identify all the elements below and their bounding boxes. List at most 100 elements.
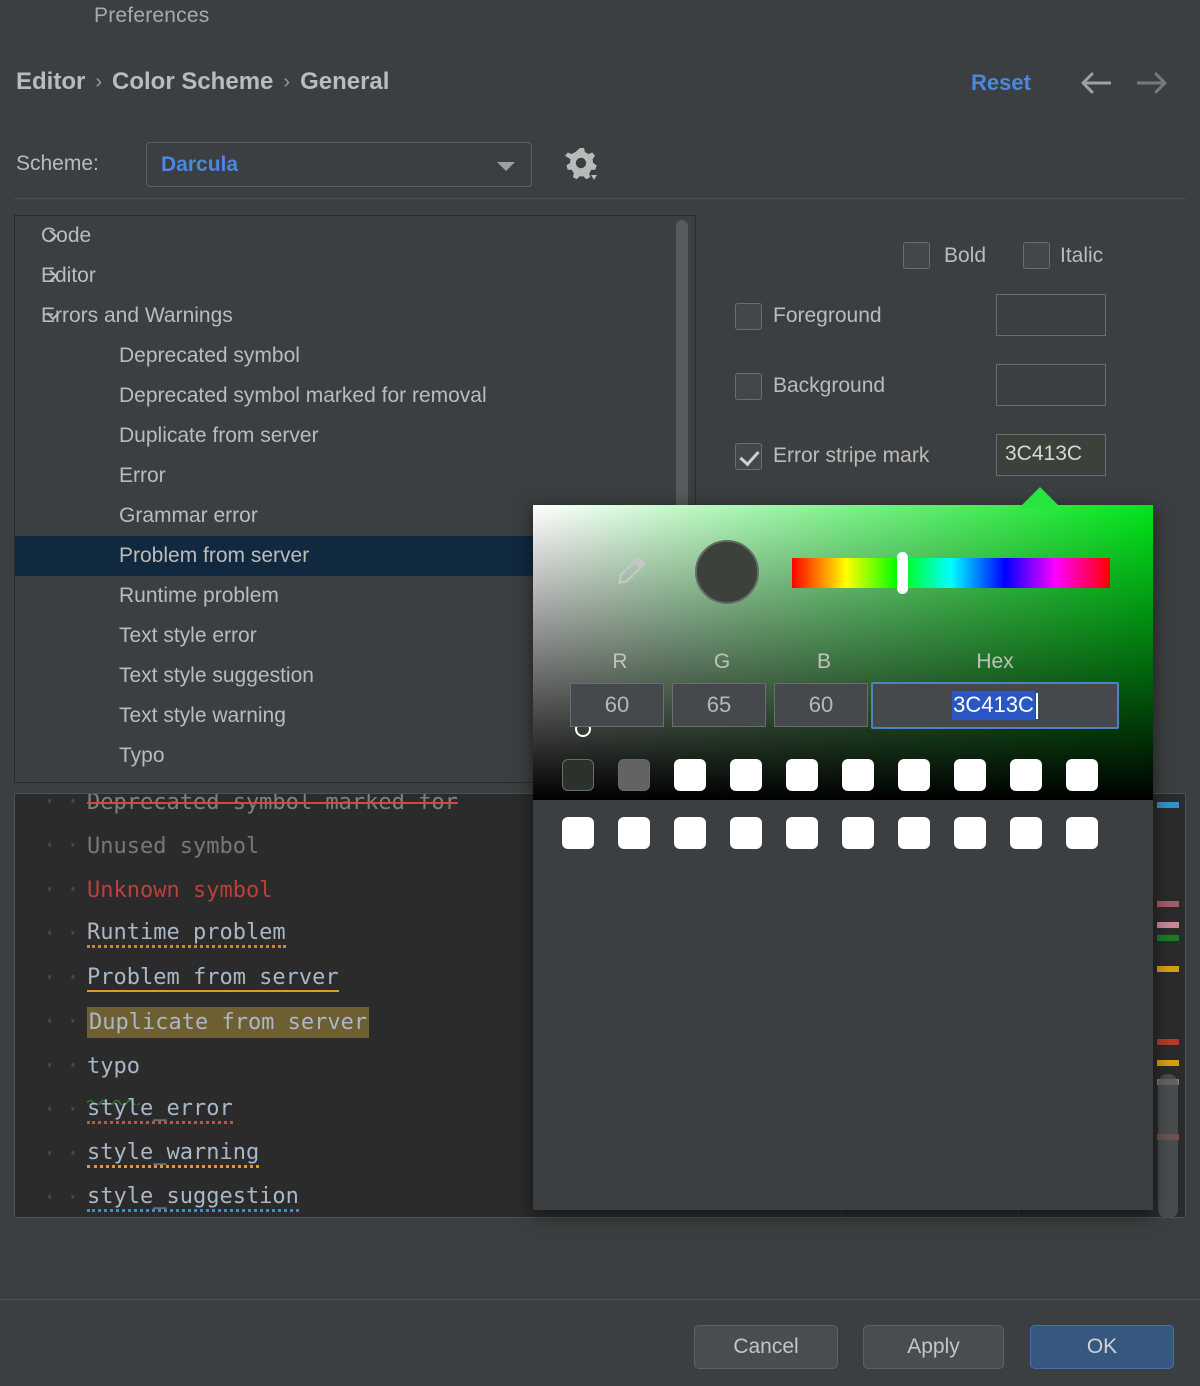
scheme-selected-value: Darcula <box>161 153 238 177</box>
chevron-down-icon <box>497 162 515 171</box>
green-input[interactable]: 65 <box>672 683 766 727</box>
preferences-dialog: Preferences Editor › Color Scheme › Gene… <box>0 0 1200 1386</box>
cancel-button[interactable]: Cancel <box>694 1325 838 1369</box>
color-swatch[interactable] <box>954 759 986 791</box>
window-title: Preferences <box>94 4 209 28</box>
tree-item[interactable]: Errors and Warnings <box>15 296 695 336</box>
color-swatch[interactable] <box>1010 817 1042 849</box>
color-swatch[interactable] <box>562 759 594 791</box>
hue-slider-handle[interactable] <box>897 552 908 594</box>
scheme-select[interactable]: Darcula <box>146 142 532 187</box>
arrow-right-icon[interactable] <box>1134 68 1168 98</box>
hex-input-value: 3C413C <box>952 691 1035 720</box>
breadcrumb-item-editor[interactable]: Editor <box>16 68 85 96</box>
color-swatch[interactable] <box>898 759 930 791</box>
whitespace-dots: ·· <box>43 1010 90 1035</box>
whitespace-dots: ·· <box>43 834 90 859</box>
preview-line-text: style_warning <box>87 1140 259 1168</box>
chevron-right-icon[interactable] <box>45 228 61 244</box>
tree-item-label: Typo <box>119 744 165 768</box>
background-checkbox[interactable] <box>735 373 762 400</box>
tree-item[interactable]: Code <box>15 216 695 256</box>
color-swatch[interactable] <box>1066 759 1098 791</box>
bold-checkbox[interactable] <box>903 242 930 269</box>
breadcrumb-separator: › <box>95 71 102 94</box>
hue-slider[interactable] <box>792 558 1110 588</box>
breadcrumb-item-general[interactable]: General <box>300 68 389 96</box>
tree-item-label: Problem from server <box>119 544 309 568</box>
whitespace-dots: ·· <box>43 878 90 903</box>
blue-input[interactable]: 60 <box>774 683 868 727</box>
whitespace-dots: ·· <box>43 1098 90 1123</box>
color-swatch[interactable] <box>842 759 874 791</box>
stripe-mark <box>1157 922 1179 928</box>
preview-line-text: Unused symbol <box>87 834 259 859</box>
eyedropper-icon[interactable] <box>615 553 649 589</box>
color-swatch[interactable] <box>730 759 762 791</box>
whitespace-dots: ·· <box>43 1054 90 1079</box>
color-swatch[interactable] <box>954 817 986 849</box>
color-swatch[interactable] <box>618 817 650 849</box>
chevron-down-icon[interactable] <box>45 308 61 324</box>
reset-link[interactable]: Reset <box>971 70 1031 96</box>
bold-label: Bold <box>944 244 986 268</box>
breadcrumb-separator: › <box>283 71 290 94</box>
apply-button[interactable]: Apply <box>863 1325 1004 1369</box>
stripe-mark <box>1157 966 1179 972</box>
foreground-label: Foreground <box>773 304 882 328</box>
error-stripe-mark-checkbox[interactable] <box>735 443 762 470</box>
foreground-color-swatch[interactable] <box>996 294 1106 336</box>
error-stripe-color-swatch[interactable]: 3C413C <box>996 434 1106 476</box>
preview-line-text: Deprecated symbol marked for <box>87 793 458 815</box>
foreground-checkbox[interactable] <box>735 303 762 330</box>
preview-scrollbar-thumb[interactable] <box>1158 1074 1178 1218</box>
color-picker-popup[interactable]: R G B Hex 60 65 60 3C413C <box>533 505 1153 1210</box>
italic-checkbox[interactable] <box>1023 242 1050 269</box>
color-swatch[interactable] <box>786 759 818 791</box>
color-swatch[interactable] <box>562 817 594 849</box>
preview-line-text: Problem from server <box>87 965 339 992</box>
tree-item-label: Text style suggestion <box>119 664 314 688</box>
color-swatch[interactable] <box>786 817 818 849</box>
color-preview-circle <box>695 540 759 604</box>
color-swatch[interactable] <box>618 759 650 791</box>
color-swatch[interactable] <box>730 817 762 849</box>
tree-item-label: Text style error <box>119 624 257 648</box>
tree-item-label: Deprecated symbol marked for removal <box>119 384 487 408</box>
breadcrumb-item-color-scheme[interactable]: Color Scheme <box>112 68 273 96</box>
color-picker-pointer <box>1019 487 1061 508</box>
chevron-right-icon[interactable] <box>45 268 61 284</box>
channel-label-r: R <box>570 650 670 674</box>
stripe-mark <box>1157 1060 1179 1066</box>
hex-input[interactable]: 3C413C <box>871 682 1119 729</box>
scheme-label: Scheme: <box>16 152 99 176</box>
divider <box>14 198 1186 199</box>
preview-error-stripe-bar[interactable] <box>1153 794 1183 1218</box>
tree-item[interactable]: Duplicate from server <box>15 416 695 456</box>
color-swatch[interactable] <box>1066 817 1098 849</box>
tree-item[interactable]: Deprecated symbol <box>15 336 695 376</box>
color-swatch[interactable] <box>1010 759 1042 791</box>
red-input[interactable]: 60 <box>570 683 664 727</box>
tree-item-label: Duplicate from server <box>119 424 319 448</box>
tree-item[interactable]: Editor <box>15 256 695 296</box>
color-swatch[interactable] <box>674 817 706 849</box>
color-swatch[interactable] <box>842 817 874 849</box>
color-swatch[interactable] <box>898 817 930 849</box>
stripe-mark <box>1157 802 1179 808</box>
divider <box>0 1299 1200 1300</box>
gear-icon[interactable] <box>563 146 599 182</box>
channel-label-b: B <box>774 650 874 674</box>
preview-line-text: style_error <box>87 1096 233 1124</box>
stripe-mark <box>1157 1039 1179 1045</box>
stripe-mark <box>1157 935 1179 941</box>
stripe-mark <box>1157 901 1179 907</box>
background-color-swatch[interactable] <box>996 364 1106 406</box>
tree-item[interactable]: Deprecated symbol marked for removal <box>15 376 695 416</box>
tree-item-label: Error <box>119 464 166 488</box>
color-swatch[interactable] <box>674 759 706 791</box>
breadcrumb: Editor › Color Scheme › General <box>16 68 389 96</box>
tree-item[interactable]: Error <box>15 456 695 496</box>
arrow-left-icon[interactable] <box>1080 68 1114 98</box>
ok-button[interactable]: OK <box>1030 1325 1174 1369</box>
